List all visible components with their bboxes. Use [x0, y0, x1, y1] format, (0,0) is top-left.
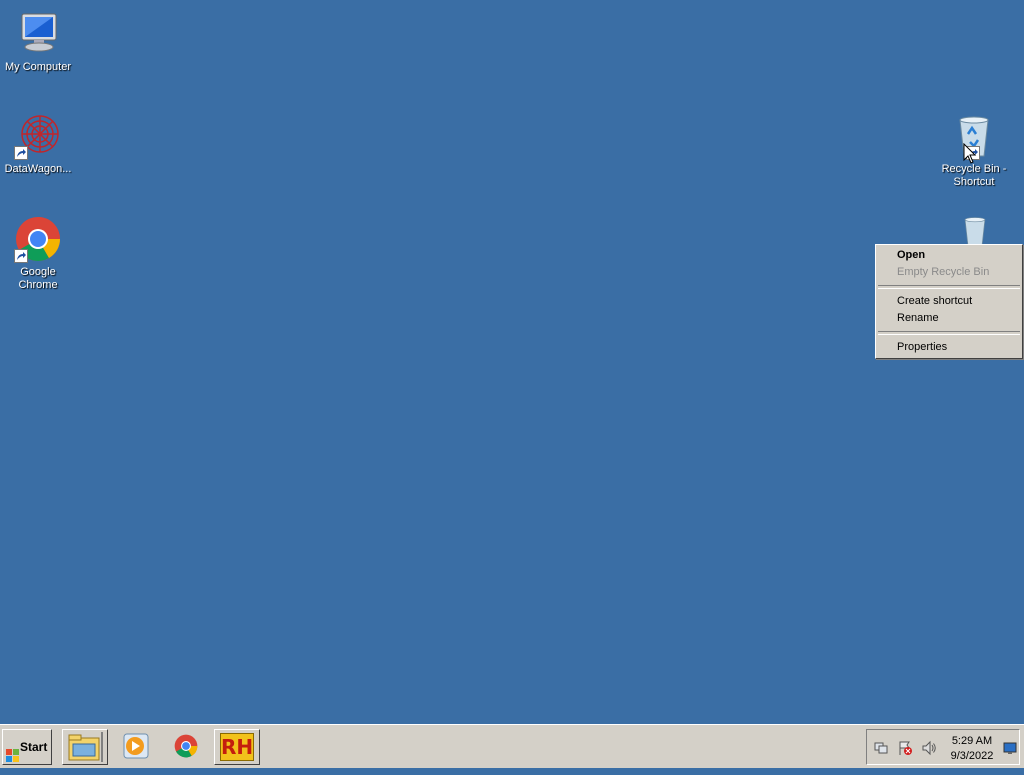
desktop-icon-label: DataWagon...	[4, 163, 72, 175]
desktop-icon-label: Google Chrome	[18, 266, 58, 291]
chrome-icon	[14, 215, 62, 263]
action-center-flag-icon[interactable]	[897, 740, 913, 759]
file-explorer-icon	[63, 732, 107, 767]
desktop-icon-label: My Computer	[4, 61, 72, 73]
menu-item-empty-recycle-bin[interactable]: Empty Recycle Bin	[876, 264, 1022, 281]
start-button[interactable]: Start	[2, 729, 52, 765]
mouse-cursor-icon	[963, 142, 977, 168]
menu-item-open[interactable]: Open	[876, 247, 1022, 264]
desktop-icon-my-computer[interactable]: My Computer	[0, 10, 76, 74]
menu-separator	[878, 331, 1020, 335]
taskbar-clock[interactable]: 5:29 AM 9/3/2022	[945, 734, 999, 764]
start-label: Start	[20, 740, 48, 754]
system-tray: 5:29 AM 9/3/2022	[866, 729, 1020, 765]
menu-item-properties[interactable]: Properties	[876, 339, 1022, 356]
desktop-icon-google-chrome[interactable]: Google Chrome	[0, 215, 76, 292]
taskbar: Start RH 5:29 AM 9/3/2022	[0, 724, 1024, 768]
my-computer-icon	[14, 10, 62, 58]
rh-app-icon: RH	[220, 733, 254, 761]
shortcut-arrow-icon	[14, 249, 28, 263]
media-player-icon	[114, 733, 158, 766]
chrome-icon	[164, 734, 208, 766]
menu-item-rename[interactable]: Rename	[876, 310, 1022, 327]
windows-flag-icon	[6, 741, 19, 775]
desktop-icon-datawagon[interactable]: DataWagon...	[0, 112, 76, 176]
datawagon-icon	[14, 112, 62, 160]
menu-item-create-shortcut[interactable]: Create shortcut	[876, 293, 1022, 310]
volume-icon[interactable]	[921, 740, 937, 759]
taskbar-chrome-button[interactable]	[164, 729, 210, 765]
taskbar-file-explorer-button[interactable]	[62, 729, 108, 765]
taskbar-media-player-button[interactable]	[114, 729, 160, 765]
clock-time: 5:29 AM	[951, 735, 993, 747]
show-desktop-icon[interactable]	[1003, 741, 1017, 758]
clock-date: 9/3/2022	[950, 750, 994, 762]
recycle-bin-icon[interactable]	[958, 214, 992, 244]
menu-separator	[878, 285, 1020, 289]
context-menu: Open Empty Recycle Bin Create shortcut R…	[875, 244, 1023, 359]
taskbar-rh-app-button[interactable]: RH	[214, 729, 260, 765]
shortcut-arrow-icon	[14, 146, 28, 160]
network-icon[interactable]	[873, 740, 889, 759]
